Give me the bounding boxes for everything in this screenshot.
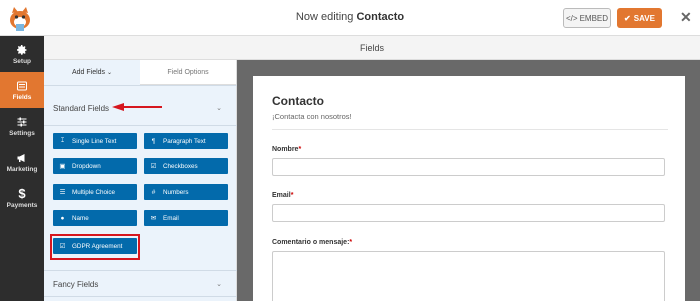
- field-button-label: Checkboxes: [163, 162, 198, 170]
- field-label-email: Email*: [272, 192, 293, 199]
- list-icon: ☰: [59, 189, 66, 196]
- chevron-down-icon: ⌄: [216, 281, 222, 288]
- tab-field-options[interactable]: Field Options: [140, 60, 236, 85]
- comentario-textarea[interactable]: [272, 251, 665, 301]
- dropdown-icon: ▣: [59, 163, 66, 170]
- field-button-dropdown[interactable]: ▣ Dropdown: [53, 158, 137, 174]
- field-label-comentario: Comentario o mensaje:*: [272, 239, 352, 246]
- checkbox-icon: ☑: [150, 163, 157, 170]
- divider: [44, 125, 237, 126]
- field-button-label: Single Line Text: [72, 137, 117, 145]
- dollar-icon: $: [18, 186, 26, 201]
- sliders-icon: [17, 117, 27, 126]
- field-button-email[interactable]: ✉ Email: [144, 210, 228, 226]
- section-label: Standard Fields: [53, 103, 110, 113]
- label-text: Comentario o mensaje:: [272, 239, 350, 246]
- field-button-label: Multiple Choice: [72, 188, 116, 196]
- field-button-name[interactable]: ● Name: [53, 210, 137, 226]
- form-preview: Contacto ¡Contacta con nosotros! Nombre*…: [253, 76, 685, 301]
- divider: [44, 85, 237, 86]
- close-icon[interactable]: ✕: [680, 10, 692, 24]
- field-button-label: Email: [163, 214, 179, 222]
- divider: [272, 129, 668, 130]
- sidebar-label: Fields: [12, 93, 32, 101]
- gear-icon: [17, 44, 27, 55]
- field-label-nombre: Nombre*: [272, 146, 301, 153]
- check-icon: ✔: [624, 13, 631, 23]
- field-button-multiple-choice[interactable]: ☰ Multiple Choice: [53, 184, 137, 200]
- hash-icon: #: [151, 188, 156, 196]
- envelope-icon: ✉: [150, 215, 157, 222]
- paragraph-icon: ¶: [151, 137, 156, 145]
- form-name: Contacto: [356, 11, 405, 23]
- divider: [44, 296, 237, 297]
- label-text: Email: [272, 192, 291, 199]
- tab-add-fields[interactable]: Add Fields ⌄: [44, 60, 140, 85]
- embed-button[interactable]: </> EMBED: [563, 8, 611, 28]
- nombre-field[interactable]: [272, 158, 665, 176]
- sidebar-item-fields[interactable]: Fields: [0, 72, 44, 108]
- tab-label: Field Options: [167, 68, 209, 76]
- save-button[interactable]: ✔ SAVE: [617, 8, 662, 28]
- field-button-label: Paragraph Text: [163, 137, 206, 145]
- fancy-fields-header[interactable]: Fancy Fields ⌄: [44, 274, 237, 294]
- fields-icon: [17, 81, 27, 90]
- highlight-box: [50, 234, 140, 260]
- required-mark: *: [290, 192, 294, 199]
- sidebar-label: Setup: [12, 57, 32, 65]
- sidebar-label: Payments: [6, 202, 38, 209]
- sidebar-item-marketing[interactable]: Marketing: [0, 144, 44, 180]
- chevron-down-icon: ⌄: [216, 105, 222, 112]
- divider: [44, 270, 237, 271]
- save-label: SAVE: [633, 13, 655, 23]
- megaphone-icon: [17, 153, 25, 162]
- fields-header: Fields: [44, 36, 700, 60]
- embed-label: EMBED: [579, 13, 609, 23]
- sidebar-label: Marketing: [6, 165, 38, 173]
- sidebar-item-settings[interactable]: Settings: [0, 108, 44, 144]
- email-field[interactable]: [272, 204, 665, 222]
- text-cursor-icon: 𝙸: [60, 137, 65, 144]
- required-mark: *: [298, 146, 302, 153]
- label-text: Nombre: [272, 146, 299, 153]
- builder-sidebar: Setup Fields Settings Marketing $ Paymen…: [0, 36, 44, 301]
- form-description: ¡Contacta con nosotros!: [272, 112, 352, 121]
- sidebar-item-payments[interactable]: $ Payments: [0, 180, 44, 216]
- code-icon: </>: [565, 13, 578, 23]
- tab-label: Add Fields: [71, 69, 106, 76]
- annotation-arrow-icon: [112, 103, 162, 111]
- sidebar-label: Settings: [9, 129, 35, 137]
- fields-panel: Add Fields ⌄ Field Options: [44, 60, 237, 301]
- section-label: Fancy Fields: [53, 279, 99, 289]
- field-button-label: Numbers: [163, 188, 189, 196]
- panel-tabs: Add Fields ⌄ Field Options: [44, 60, 236, 85]
- form-title: Contacto: [272, 94, 324, 108]
- field-button-label: Dropdown: [72, 162, 101, 170]
- field-button-label: Name: [72, 214, 89, 222]
- required-mark: *: [349, 239, 353, 246]
- user-icon: ●: [60, 214, 65, 222]
- sidebar-item-setup[interactable]: Setup: [0, 36, 44, 72]
- top-bar: Now editing Contacto </> EMBED ✔ SAVE ✕: [0, 0, 700, 36]
- field-button-paragraph-text[interactable]: ¶ Paragraph Text: [144, 133, 228, 149]
- chevron-down-icon: ⌄: [107, 70, 113, 76]
- field-button-checkboxes[interactable]: ☑ Checkboxes: [144, 158, 228, 174]
- field-button-numbers[interactable]: # Numbers: [144, 184, 228, 200]
- title-prefix: Now editing: [295, 11, 357, 23]
- field-button-single-line-text[interactable]: 𝙸 Single Line Text: [53, 133, 137, 149]
